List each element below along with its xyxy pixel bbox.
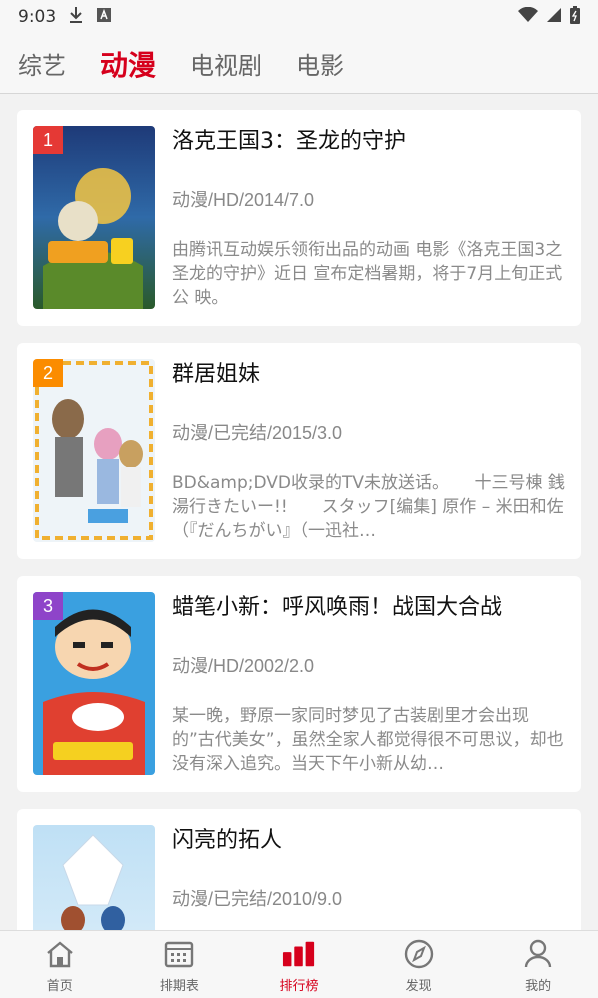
status-time: 9:03 (18, 7, 57, 27)
poster-image: 2 (33, 359, 155, 542)
ranking-icon (282, 937, 316, 971)
list-item[interactable]: 3 蜡笔小新：呼风唤雨！战国大合战 动漫/HD/2002/2.0 某一晚，野原一… (17, 576, 581, 792)
nav-ranking[interactable]: 排行榜 (239, 931, 359, 998)
item-title: 群居姐妹 (172, 362, 261, 387)
item-meta: 动漫/已完结/2015/3.0 (172, 423, 343, 443)
tab-tv-series[interactable]: 电视剧 (190, 46, 262, 81)
nav-home[interactable]: 首页 (0, 931, 120, 998)
poster-image: 3 (33, 592, 155, 775)
item-meta: 动漫/HD/2002/2.0 (172, 656, 315, 676)
tab-anime[interactable]: 动漫 (100, 44, 156, 84)
category-tabs: 综艺 动漫 电视剧 电影 (0, 34, 598, 94)
tab-variety[interactable]: 综艺 (18, 46, 66, 81)
nav-label: 我的 (525, 979, 552, 994)
item-description: BD&amp;DVD收录的TV未放送话。 十三号棟 銭湯行きたいー!! スタッフ… (172, 473, 565, 541)
item-title: 蜡笔小新：呼风唤雨！战国大合战 (172, 595, 503, 620)
poster-image: 1 (33, 126, 155, 309)
item-title: 洛克王国3：圣龙的守护 (172, 129, 406, 154)
nav-schedule[interactable]: 排期表 (120, 931, 240, 998)
nav-label: 首页 (46, 979, 73, 994)
signal-icon (546, 7, 562, 28)
home-icon (43, 937, 77, 971)
ranking-list: 1 洛克王国3：圣龙的守护 动漫/HD/2014/7.0 由腾讯互动娱乐领衔出品… (0, 94, 598, 998)
nav-discover[interactable]: 发现 (359, 931, 479, 998)
nav-label: 发现 (405, 979, 432, 994)
profile-icon (521, 937, 555, 971)
list-item[interactable]: 2 群居姐妹 动漫/已完结/2015/3.0 BD&amp;DVD收录的TV未放… (17, 343, 581, 559)
item-description: 某一晚，野原一家同时梦见了古装剧里才会出现的”古代美女”，虽然全家人都觉得很不可… (172, 706, 564, 774)
compass-icon (402, 937, 436, 971)
nav-label: 排行榜 (279, 979, 319, 994)
bottom-navigation: 首页 排期表 排行榜 发现 我的 (0, 930, 598, 998)
calendar-icon (162, 937, 196, 971)
nav-profile[interactable]: 我的 (478, 931, 598, 998)
tab-movies[interactable]: 电影 (296, 46, 344, 81)
rank-badge: 3 (33, 592, 63, 620)
download-icon (68, 6, 84, 29)
item-meta: 动漫/HD/2014/7.0 (172, 190, 315, 210)
rank-badge: 1 (33, 126, 63, 154)
item-description: 由腾讯互动娱乐领衔出品的动画 电影《洛克王国3之圣龙的守护》近日 宣布定档暑期，… (172, 240, 563, 308)
battery-icon (570, 5, 580, 29)
notification-a-icon (96, 7, 112, 28)
item-meta: 动漫/已完结/2010/9.0 (172, 889, 343, 909)
status-bar: 9:03 (0, 0, 598, 34)
rank-badge: 2 (33, 359, 63, 387)
list-item[interactable]: 1 洛克王国3：圣龙的守护 动漫/HD/2014/7.0 由腾讯互动娱乐领衔出品… (17, 110, 581, 326)
item-title: 闪亮的拓人 (172, 828, 283, 853)
wifi-icon (518, 6, 538, 28)
nav-label: 排期表 (159, 979, 199, 994)
